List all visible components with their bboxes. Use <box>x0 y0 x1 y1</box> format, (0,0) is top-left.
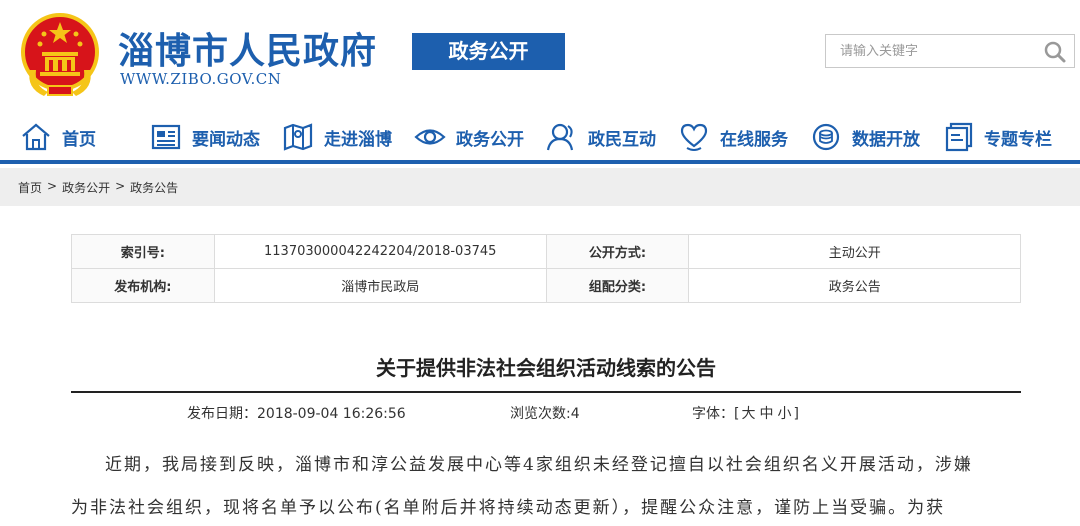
site-header: 淄博市人民政府 WWW.ZIBO.GOV.CN 政务公开 <box>0 0 1080 110</box>
breadcrumb-separator: > <box>115 179 126 193</box>
nav-item-interaction[interactable]: 政民互动 <box>546 122 656 152</box>
font-large-button[interactable]: 大 <box>739 406 757 422</box>
nav-item-home[interactable]: 首页 <box>20 122 96 152</box>
publisher-label: 发布机构: <box>71 268 215 303</box>
nav-label: 要闻动态 <box>192 129 260 150</box>
table-row: 发布机构: 淄博市民政局 组配分类: 政务公告 <box>71 268 1021 303</box>
heart-hand-icon <box>680 123 708 151</box>
font-medium-button[interactable]: 中 <box>757 406 775 422</box>
news-icon <box>151 124 181 150</box>
article-title: 关于提供非法社会组织活动线索的公告 <box>376 356 716 380</box>
article-paragraph-line: 为非法社会组织，现将名单予以公布(名单附后并将持续动态更新），提醒公众注意，谨防… <box>71 498 946 518</box>
document-icon <box>945 122 973 152</box>
view-count: 浏览次数:4 <box>510 406 580 422</box>
publisher-value: 淄博市民政局 <box>213 268 547 303</box>
search-box <box>825 34 1075 68</box>
title-divider <box>71 391 1021 393</box>
home-icon <box>22 123 50 151</box>
nav-label: 在线服务 <box>720 129 788 150</box>
section-badge[interactable]: 政务公开 <box>412 33 565 70</box>
font-bracket-close: ] <box>793 406 799 422</box>
user-icon <box>546 123 574 151</box>
breadcrumb-separator: > <box>47 179 58 193</box>
site-url[interactable]: WWW.ZIBO.GOV.CN <box>120 70 281 88</box>
national-emblem-icon <box>21 13 99 96</box>
index-label: 索引号: <box>71 234 215 269</box>
search-icon[interactable] <box>1042 39 1068 65</box>
nav-label: 政务公开 <box>456 129 524 150</box>
site-title[interactable]: 淄博市人民政府 <box>118 22 377 74</box>
main-nav: 首页 要闻动态 走进淄博 政务公开 政民互动 在线服务 数据开放 专题专栏 <box>0 110 1080 164</box>
index-value: 113703000042242204/2018-03745 <box>213 234 547 269</box>
table-row: 索引号: 113703000042242204/2018-03745 公开方式:… <box>71 234 1021 269</box>
article-paragraph-line: 近期，我局接到反映，淄博市和淳公益发展中心等4家组织未经登记擅自以社会组织名义开… <box>105 455 973 475</box>
font-small-button[interactable]: 小 <box>775 406 793 422</box>
publish-date: 发布日期：2018-09-04 16:26:56 <box>187 406 406 422</box>
breadcrumb: 首页 > 政务公开 > 政务公告 <box>18 179 178 196</box>
font-size-label: 字体： <box>692 406 734 422</box>
document-info-table: 索引号: 113703000042242204/2018-03745 公开方式:… <box>71 234 1021 303</box>
breadcrumb-gov-affairs[interactable]: 政务公开 <box>62 179 110 196</box>
nav-label: 政民互动 <box>588 129 656 150</box>
nav-item-special-topics[interactable]: 专题专栏 <box>942 122 1052 152</box>
nav-label: 数据开放 <box>852 129 920 150</box>
breadcrumb-home[interactable]: 首页 <box>18 179 42 196</box>
disclosure-label: 公开方式: <box>545 234 690 269</box>
nav-item-news[interactable]: 要闻动态 <box>150 122 260 152</box>
category-label: 组配分类: <box>545 268 690 303</box>
font-size-control: 字体：[大中小] <box>692 403 799 423</box>
nav-label: 首页 <box>62 129 96 150</box>
disclosure-value: 主动公开 <box>688 234 1021 269</box>
category-value: 政务公告 <box>688 268 1021 303</box>
nav-label: 走进淄博 <box>324 129 392 150</box>
eye-icon <box>414 129 446 145</box>
breadcrumb-announcements[interactable]: 政务公告 <box>130 179 178 196</box>
nav-item-open-data[interactable]: 数据开放 <box>810 122 920 152</box>
search-input[interactable] <box>826 35 1036 67</box>
data-icon <box>812 123 840 151</box>
breadcrumb-bar: 首页 > 政务公开 > 政务公告 <box>0 168 1080 206</box>
nav-item-online-service[interactable]: 在线服务 <box>678 122 788 152</box>
nav-item-zibo[interactable]: 走进淄博 <box>282 122 392 152</box>
nav-item-gov-affairs[interactable]: 政务公开 <box>414 122 524 152</box>
nav-label: 专题专栏 <box>984 129 1052 150</box>
map-icon <box>283 123 313 151</box>
